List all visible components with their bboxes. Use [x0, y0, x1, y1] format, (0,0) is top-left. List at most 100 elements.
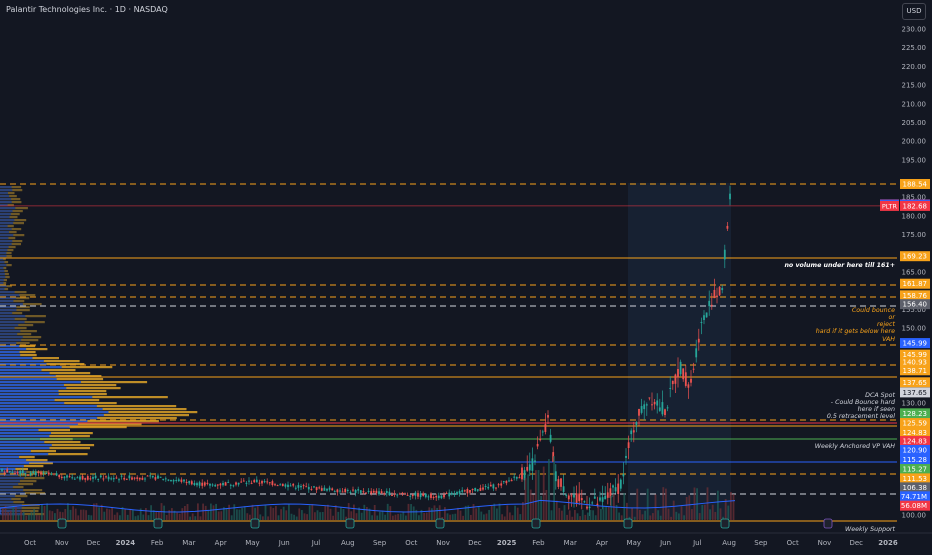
candle-body	[89, 478, 92, 480]
volume-bar	[124, 509, 126, 520]
volume-bar	[301, 510, 303, 520]
volume-bar	[711, 504, 714, 520]
candle-body	[287, 484, 289, 488]
volume-bar	[363, 504, 366, 520]
candle-body	[315, 487, 318, 491]
candle-body	[549, 434, 552, 442]
volume-profile-bar	[0, 189, 13, 192]
volume-bar	[298, 508, 301, 520]
volume-bar	[15, 505, 17, 520]
volume-bar	[483, 514, 485, 520]
volume-bar	[111, 507, 113, 520]
candle-body	[710, 304, 713, 306]
volume-bar	[652, 513, 654, 520]
candle-body	[151, 475, 154, 478]
volume-bar	[43, 506, 46, 520]
volume-profile-bar	[0, 393, 59, 396]
volume-profile-bar	[0, 315, 26, 318]
volume-bar	[98, 507, 100, 520]
x-tick-label: Aug	[722, 539, 736, 547]
candle-body	[162, 478, 165, 480]
volume-profile-bar	[0, 225, 8, 228]
volume-profile-bar	[0, 231, 10, 234]
volume-bar	[85, 510, 87, 520]
x-tick-label: Dec	[849, 539, 863, 547]
volume-bar	[402, 511, 405, 520]
candle-body	[284, 484, 287, 487]
candle-body	[214, 484, 217, 487]
volume-bar	[475, 508, 477, 520]
volume-bar	[194, 516, 197, 520]
candle-body	[383, 493, 386, 495]
volume-profile-bar	[0, 303, 23, 306]
volume-bar	[332, 515, 334, 520]
candle-body	[461, 490, 464, 492]
volume-bar	[204, 505, 207, 520]
candle-body	[531, 458, 534, 471]
candle-body	[417, 493, 419, 497]
volume-bar	[457, 507, 459, 520]
y-tick-label: 180.00	[902, 212, 927, 220]
candle-body	[99, 475, 102, 478]
volume-bar	[646, 488, 649, 520]
volume-profile-bar	[0, 450, 31, 453]
volume-profile-bar	[0, 294, 20, 297]
candle-body	[19, 470, 22, 475]
volume-profile-bar	[0, 459, 27, 462]
candle-body	[622, 474, 625, 477]
candle-body	[445, 493, 448, 495]
price-tag-value: 156.40	[903, 301, 928, 309]
volume-profile-bar	[0, 411, 109, 414]
volume-bar	[719, 508, 722, 520]
volume-bar	[451, 514, 454, 520]
candle-body	[690, 378, 692, 383]
volume-profile-bar	[0, 369, 42, 372]
candle-body	[50, 473, 53, 475]
price-chart[interactable]: no volume under here till 161+ Could boun…	[0, 0, 932, 550]
candle-body	[326, 488, 328, 491]
volume-profile-bar	[0, 408, 103, 411]
earnings-marker	[823, 518, 833, 529]
candle-body	[565, 494, 568, 496]
volume-profile-bar	[0, 357, 33, 360]
candle-body	[513, 476, 516, 478]
volume-bar	[509, 512, 511, 520]
volume-profile-bar	[0, 273, 5, 276]
volume-bar	[433, 505, 436, 520]
candle-body	[24, 473, 27, 475]
candle-body	[695, 348, 698, 358]
candle-body	[232, 485, 235, 487]
candle-body	[294, 487, 297, 489]
price-tag-label: PLTR	[882, 202, 898, 210]
volume-bar	[540, 495, 542, 520]
candle-body	[125, 478, 128, 480]
currency-button[interactable]: USD	[902, 3, 926, 20]
volume-bar	[493, 503, 496, 520]
candle-body	[157, 475, 159, 479]
candle-body	[541, 431, 544, 433]
candle-body	[71, 477, 74, 479]
candle-body	[617, 483, 620, 495]
candle-body	[209, 483, 211, 486]
volume-bar	[639, 509, 641, 520]
volume-bar	[576, 513, 579, 520]
candle-body	[86, 476, 89, 480]
range-highlight	[628, 183, 731, 519]
candle-body	[443, 494, 445, 498]
candle-body	[721, 288, 724, 291]
candle-body	[131, 477, 133, 480]
volume-bar	[496, 508, 498, 520]
volume-bar	[631, 507, 633, 520]
volume-profile-bar	[0, 186, 12, 189]
volume-profile-bar	[0, 312, 13, 315]
volume-profile-bar	[0, 246, 9, 249]
volume-bar	[306, 514, 308, 520]
candle-body	[682, 368, 685, 380]
candle-body	[339, 490, 341, 492]
volume-profile-bar	[0, 384, 64, 387]
price-tag-value: 137.65	[903, 379, 928, 387]
candle-body	[388, 491, 391, 496]
volume-bar	[688, 495, 691, 520]
candle-body	[27, 474, 29, 476]
volume-bar	[602, 505, 605, 520]
